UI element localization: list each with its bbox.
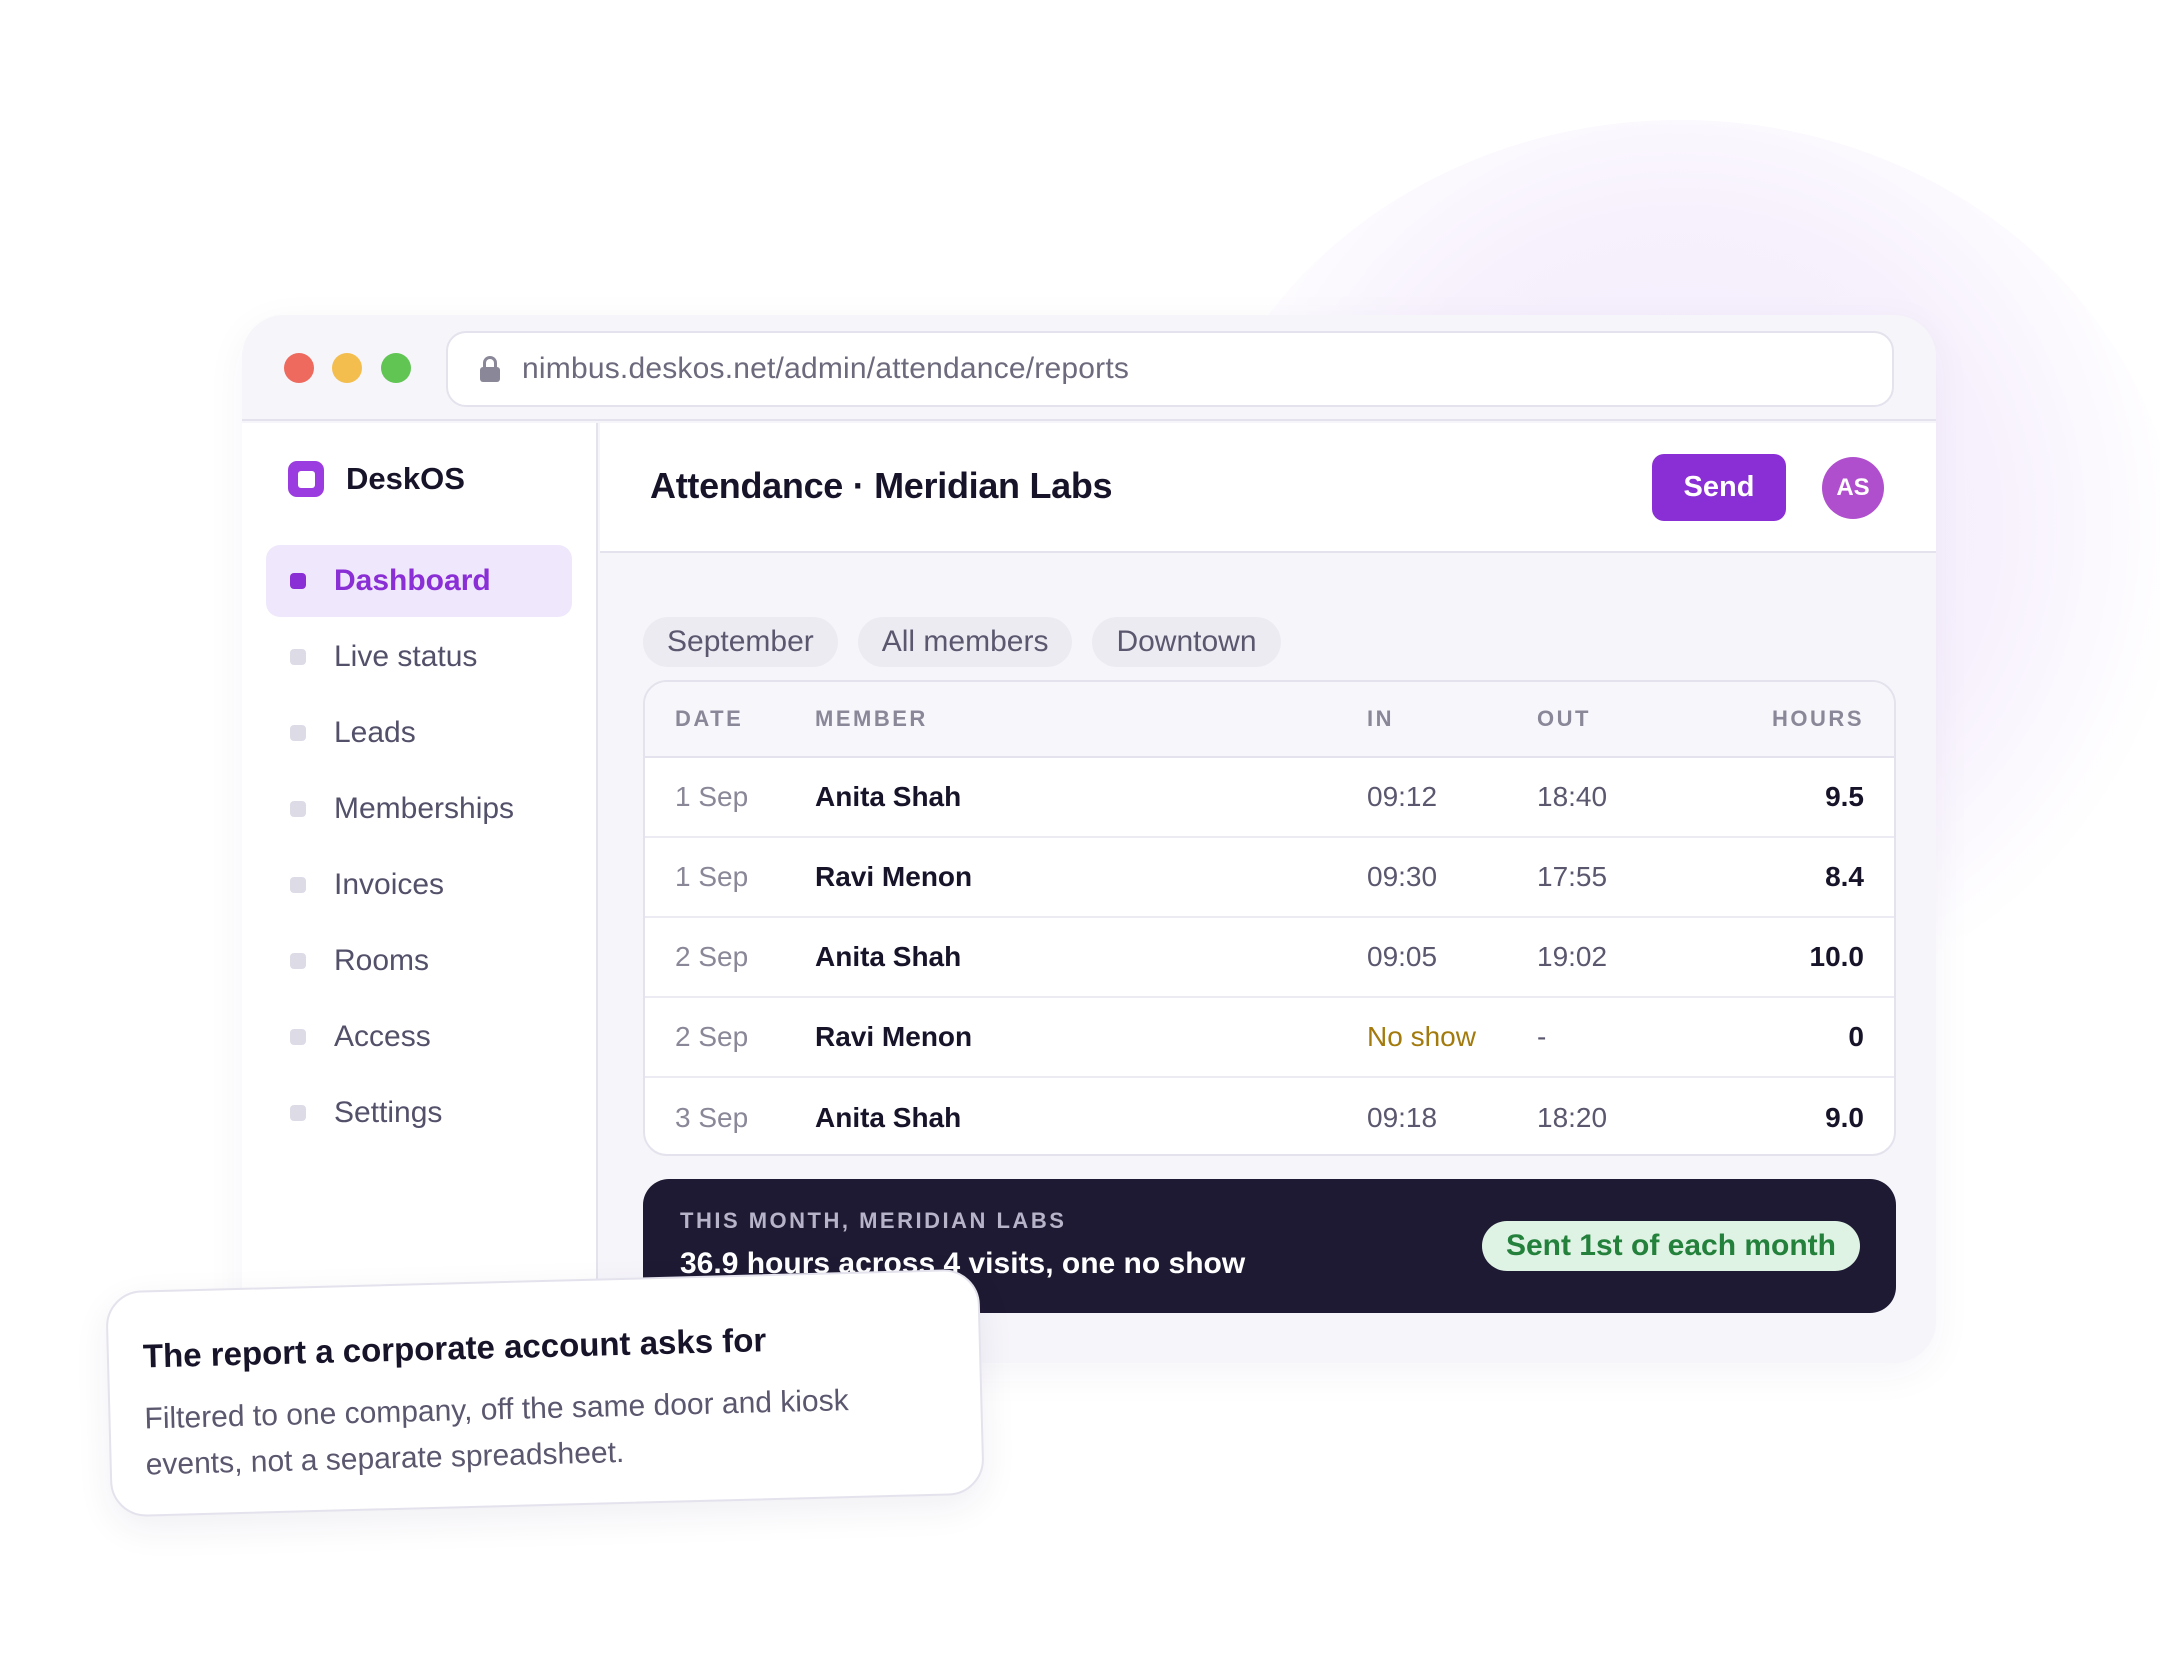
column-header-member[interactable]: MEMBER [815, 706, 1367, 732]
cell-member: Ravi Menon [815, 861, 973, 892]
table-row[interactable]: 3 Sep Anita Shah 09:18 18:20 9.0 [645, 1078, 1894, 1154]
window-close-icon[interactable] [284, 353, 314, 383]
cell-date: 1 Sep [675, 781, 749, 812]
window-maximize-icon[interactable] [381, 353, 411, 383]
cell-hours: 8.4 [1825, 861, 1864, 892]
sidebar-item-rooms[interactable]: Rooms [266, 925, 572, 997]
cell-hours: 9.0 [1825, 1102, 1864, 1133]
sidebar-item-memberships[interactable]: Memberships [266, 773, 572, 845]
cell-hours: 10.0 [1809, 941, 1865, 972]
browser-titlebar: nimbus.deskos.net/admin/attendance/repor… [242, 315, 1936, 421]
sidebar-item-settings[interactable]: Settings [266, 1077, 572, 1149]
page-header: Attendance · Meridian Labs Send AS [600, 423, 1936, 553]
sidebar-item-dashboard[interactable]: Dashboard [266, 545, 572, 617]
address-bar[interactable]: nimbus.deskos.net/admin/attendance/repor… [446, 331, 1894, 407]
cell-in: 09:30 [1367, 861, 1438, 892]
callout-body: Filtered to one company, off the same do… [144, 1384, 850, 1482]
brand-logo-icon [288, 461, 324, 497]
cell-date: 2 Sep [675, 1021, 749, 1052]
cell-date: 2 Sep [675, 941, 749, 972]
cell-hours: 9.5 [1825, 781, 1864, 812]
bullet-icon [290, 649, 306, 665]
cell-in-no-show: No show [1367, 1021, 1476, 1052]
table-header: DATE MEMBER IN OUT HOURS [645, 682, 1894, 758]
bullet-icon [290, 1029, 306, 1045]
filter-chip-members[interactable]: All members [857, 617, 1073, 667]
cell-member: Ravi Menon [815, 1021, 973, 1052]
sidebar-item-label: Dashboard [334, 564, 491, 597]
cell-in: 09:18 [1367, 1102, 1438, 1133]
bullet-icon [290, 725, 306, 741]
sidebar-item-label: Invoices [334, 868, 445, 901]
cell-hours: 0 [1848, 1021, 1864, 1052]
browser-window: nimbus.deskos.net/admin/attendance/repor… [242, 315, 1936, 1363]
bullet-icon [290, 953, 306, 969]
brand[interactable]: DeskOS [288, 461, 465, 497]
column-header-out[interactable]: OUT [1537, 706, 1707, 732]
sidebar-item-label: Access [334, 1020, 431, 1053]
main-content: Attendance · Meridian Labs Send AS Septe… [600, 423, 1936, 1363]
cell-in: 09:12 [1367, 781, 1438, 812]
cell-out: 18:20 [1537, 1102, 1608, 1133]
sidebar-item-label: Rooms [334, 944, 430, 977]
sidebar-item-label: Leads [334, 716, 416, 749]
sidebar: DeskOS Dashboard Live status Leads Membe… [242, 423, 598, 1363]
bullet-icon [290, 801, 306, 817]
send-button[interactable]: Send [1652, 454, 1786, 521]
sidebar-item-access[interactable]: Access [266, 1001, 572, 1073]
cell-out: - [1537, 1021, 1547, 1052]
cell-member: Anita Shah [815, 941, 962, 972]
filter-chip-location[interactable]: Downtown [1092, 617, 1281, 667]
table-row[interactable]: 1 Sep Anita Shah 09:12 18:40 9.5 [645, 758, 1894, 838]
brand-name: DeskOS [346, 461, 465, 496]
lock-icon [480, 356, 500, 382]
cell-member: Anita Shah [815, 1102, 962, 1133]
sidebar-item-label: Live status [334, 640, 478, 673]
table-row[interactable]: 1 Sep Ravi Menon 09:30 17:55 8.4 [645, 838, 1894, 918]
column-header-in[interactable]: IN [1367, 706, 1537, 732]
window-minimize-icon[interactable] [332, 353, 362, 383]
attendance-table: DATE MEMBER IN OUT HOURS 1 Sep Anita Sha… [643, 680, 1896, 1156]
column-header-hours[interactable]: HOURS [1707, 706, 1894, 732]
sidebar-item-invoices[interactable]: Invoices [266, 849, 572, 921]
cell-out: 17:55 [1537, 861, 1608, 892]
filter-chip-month[interactable]: September [643, 617, 838, 667]
bullet-icon [290, 573, 306, 589]
cell-date: 3 Sep [675, 1102, 749, 1133]
avatar[interactable]: AS [1822, 457, 1884, 519]
table-row[interactable]: 2 Sep Anita Shah 09:05 19:02 10.0 [645, 918, 1894, 998]
bullet-icon [290, 877, 306, 893]
sidebar-item-leads[interactable]: Leads [266, 697, 572, 769]
cell-in: 09:05 [1367, 941, 1438, 972]
sidebar-item-live-status[interactable]: Live status [266, 621, 572, 693]
summary-label: THIS MONTH, MERIDIAN LABS [680, 1208, 1067, 1233]
callout-title: The report a corporate account asks for [142, 1321, 767, 1375]
bullet-icon [290, 1105, 306, 1121]
cell-out: 19:02 [1537, 941, 1608, 972]
filter-bar: September All members Downtown [643, 617, 1301, 667]
cell-out: 18:40 [1537, 781, 1608, 812]
sidebar-nav: Dashboard Live status Leads Memberships … [266, 545, 572, 1153]
column-header-date[interactable]: DATE [645, 706, 815, 732]
cell-date: 1 Sep [675, 861, 749, 892]
sidebar-item-label: Settings [334, 1096, 443, 1129]
schedule-badge: Sent 1st of each month [1481, 1221, 1860, 1271]
callout-card: The report a corporate account asks for … [105, 1268, 985, 1518]
url-text[interactable]: nimbus.deskos.net/admin/attendance/repor… [522, 352, 1129, 386]
sidebar-item-label: Memberships [334, 792, 515, 825]
page-title: Attendance · Meridian Labs [650, 465, 1113, 506]
cell-member: Anita Shah [815, 781, 962, 812]
table-row[interactable]: 2 Sep Ravi Menon No show - 0 [645, 998, 1894, 1078]
